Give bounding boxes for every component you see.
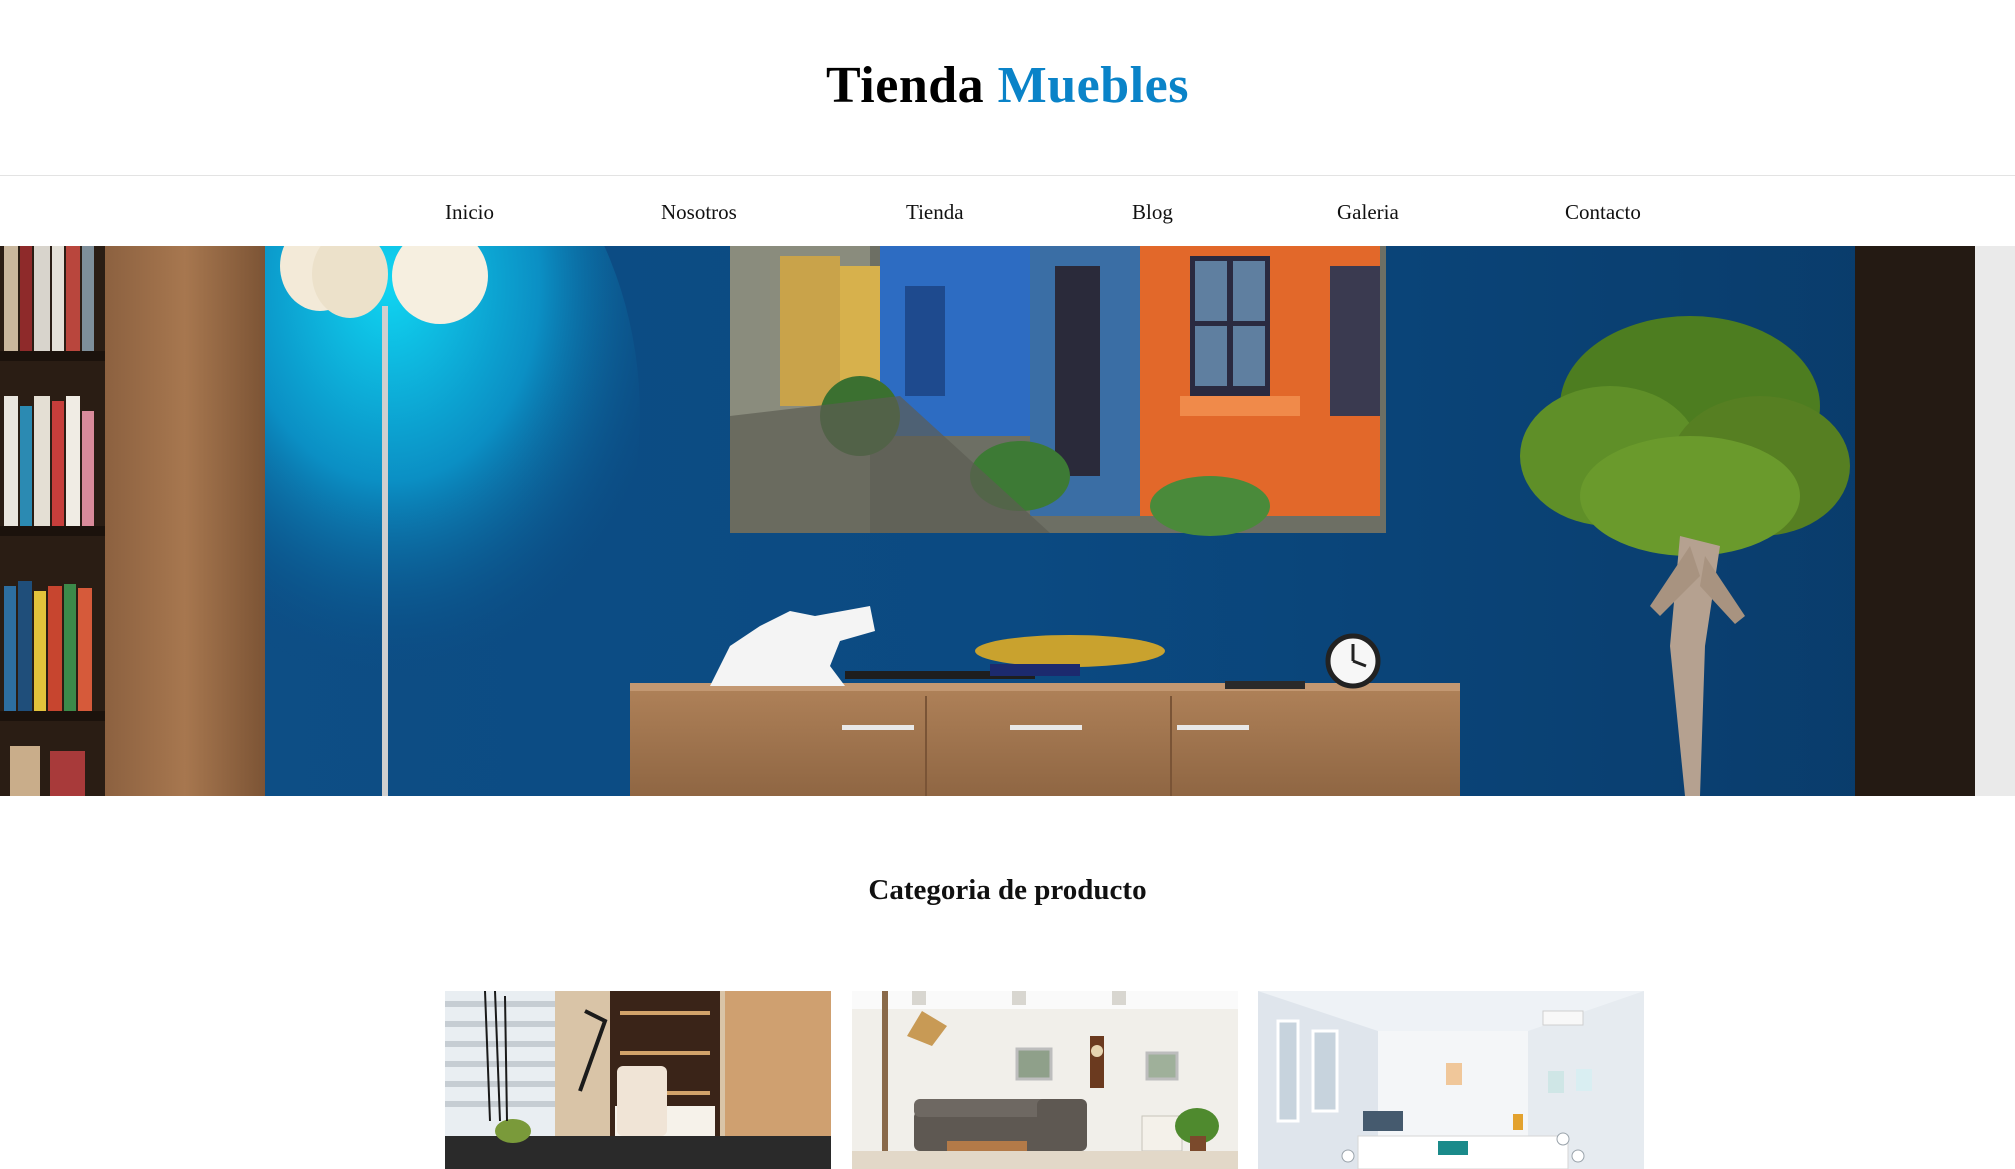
category-section-title: Categoria de producto (868, 874, 1147, 907)
site-logo[interactable]: Tienda Muebles (0, 56, 2015, 115)
logo-word-tienda: Tienda (826, 57, 985, 114)
nav-item-inicio[interactable]: Inicio (445, 200, 494, 225)
nav-item-tienda[interactable]: Tienda (906, 200, 964, 225)
category-card-meeting-room[interactable] (1258, 991, 1644, 1169)
category-card-living-room[interactable] (852, 991, 1238, 1169)
logo-word-muebles: Muebles (997, 57, 1189, 114)
category-card-office[interactable] (445, 991, 831, 1169)
page: Tienda Muebles Inicio Nosotros Tienda Bl… (0, 0, 2015, 1169)
nav-item-galeria[interactable]: Galeria (1337, 200, 1399, 225)
nav-item-nosotros[interactable]: Nosotros (661, 200, 737, 225)
nav-item-contacto[interactable]: Contacto (1565, 200, 1641, 225)
hero-banner-image (0, 246, 2015, 796)
main-nav: Inicio Nosotros Tienda Blog Galeria Cont… (0, 175, 2015, 246)
site-header: Tienda Muebles (0, 0, 2015, 175)
nav-item-blog[interactable]: Blog (1132, 200, 1173, 225)
